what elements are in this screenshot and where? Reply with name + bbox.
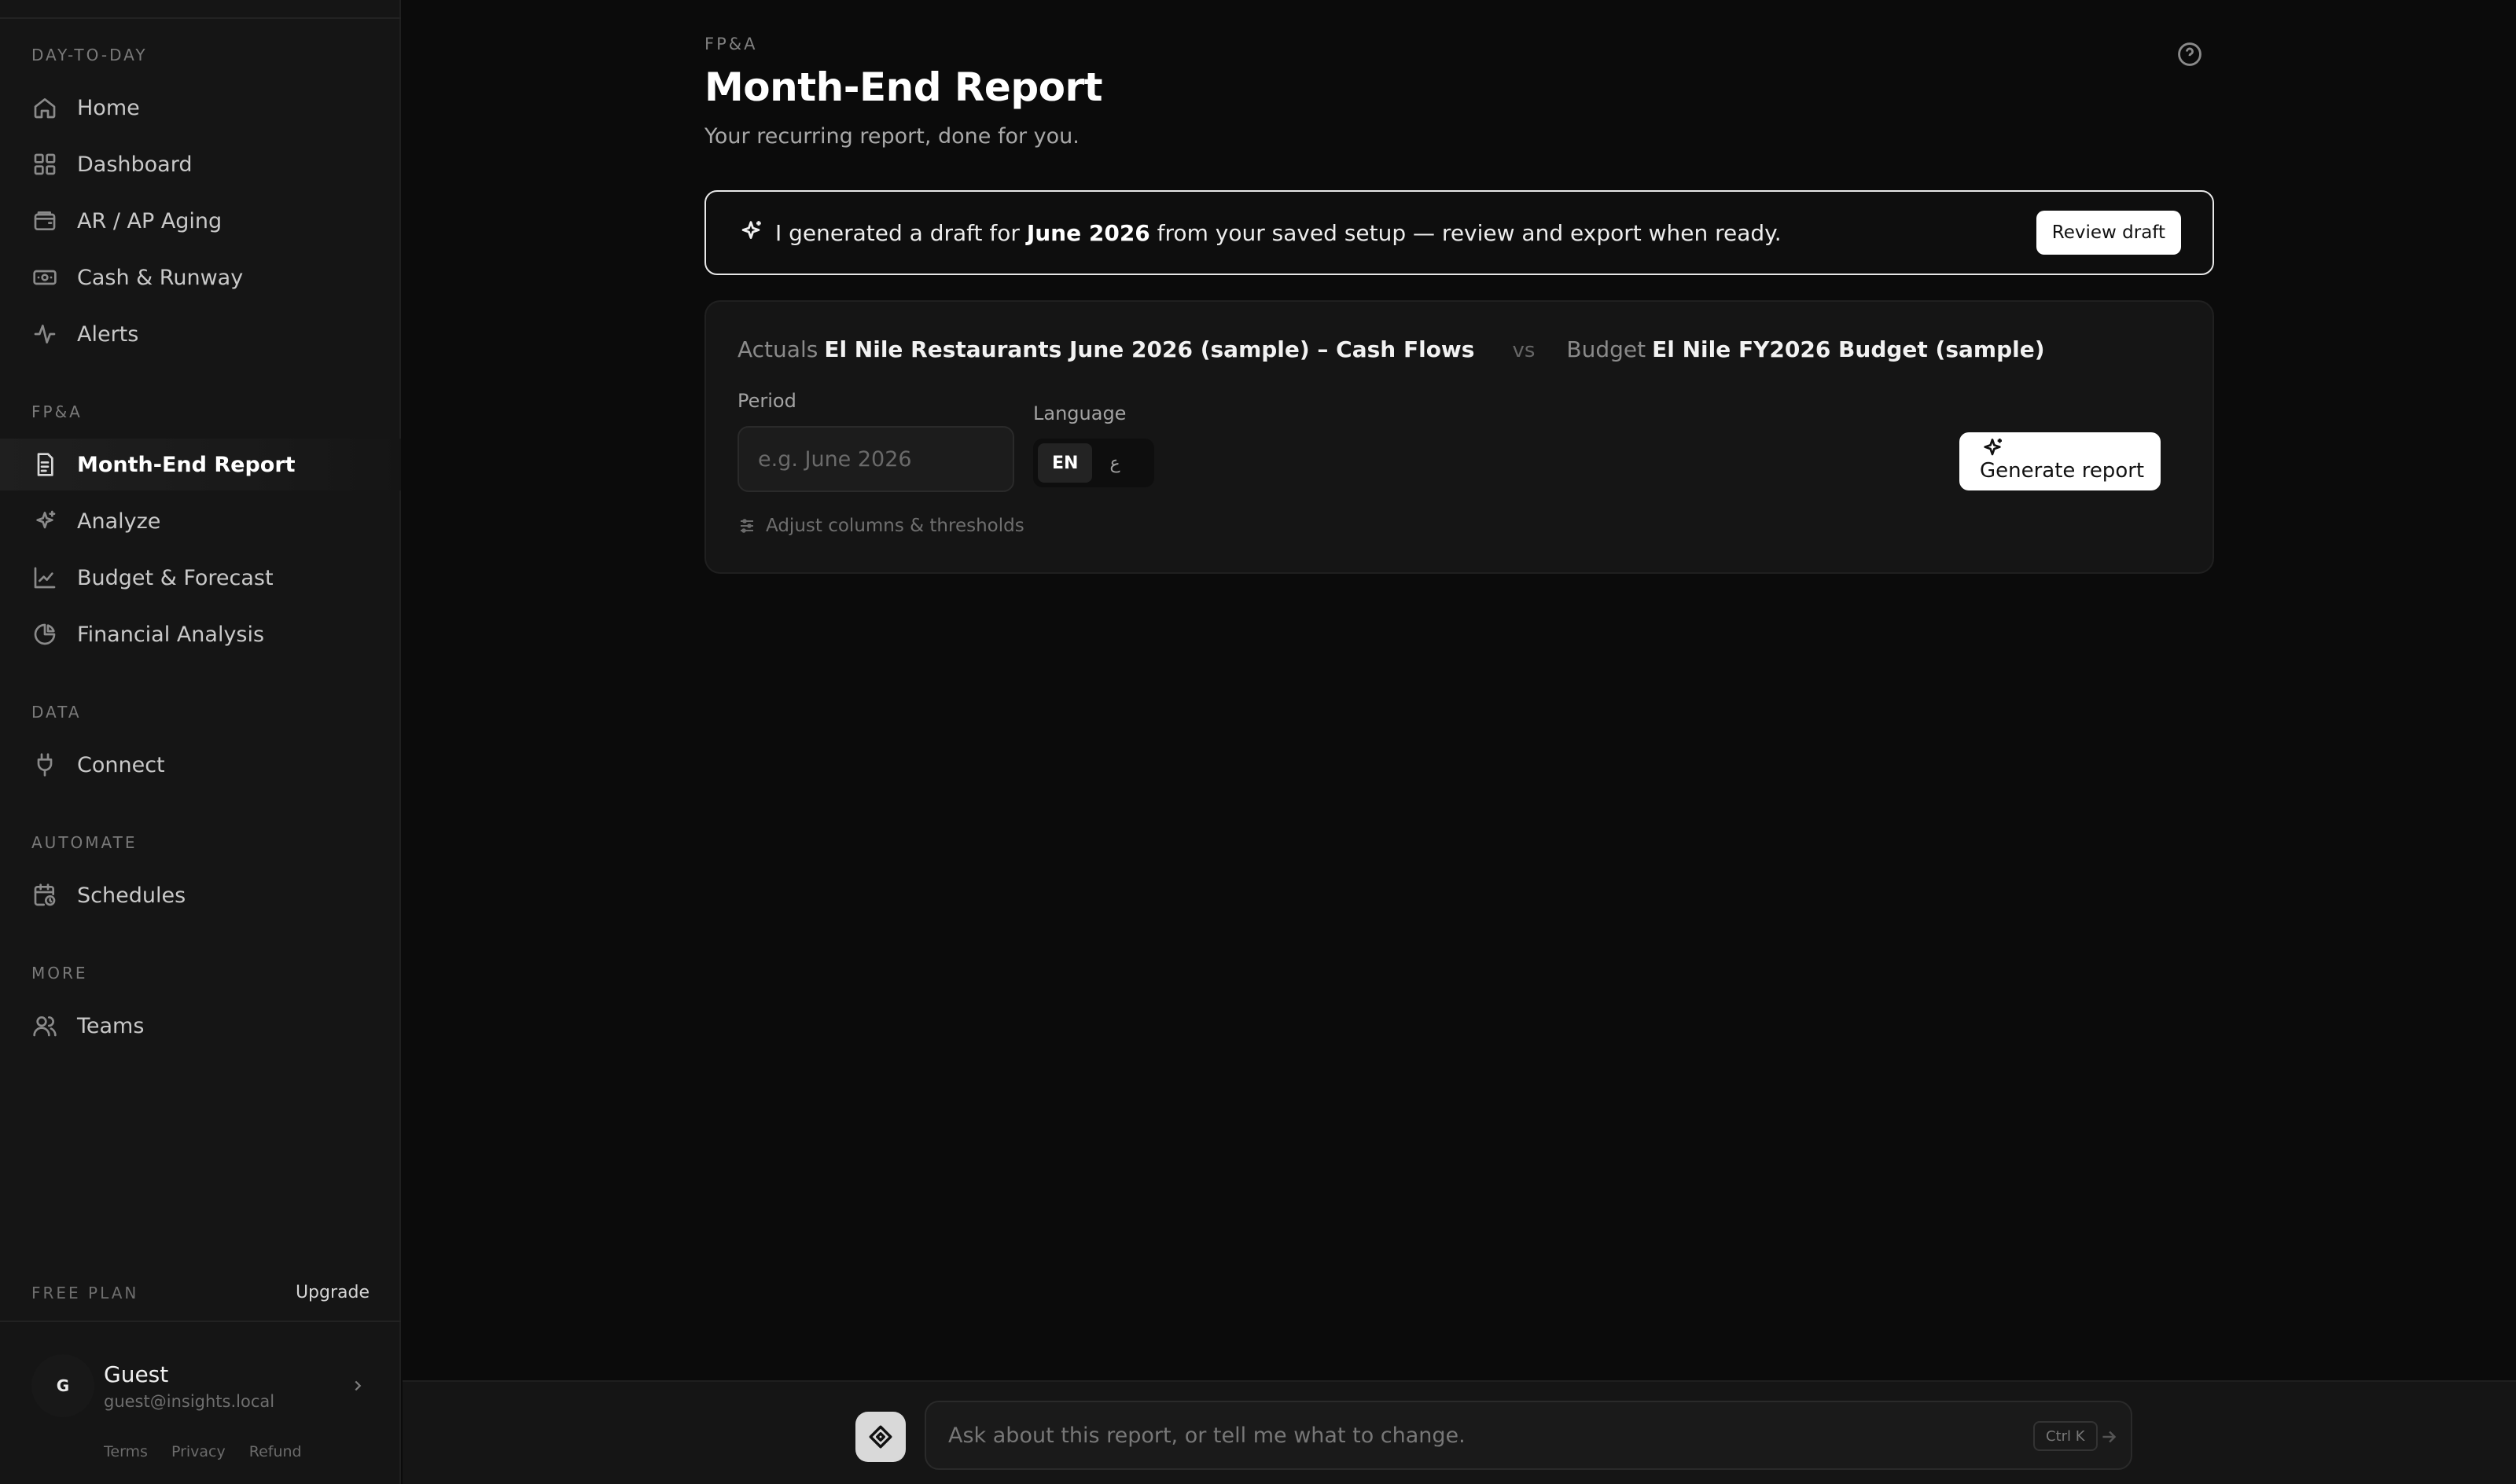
assistant-icon[interactable] [855,1412,906,1462]
sidebar-item-label: Cash & Runway [77,265,244,290]
page-eyebrow: FP&A [704,35,758,53]
sidebar-item-cash[interactable]: Cash & Runway [0,252,401,303]
section-label-day-to-day: DAY-TO-DAY [31,46,148,64]
users-icon [31,1012,58,1039]
user-menu[interactable]: G Guest guest@insights.local [31,1350,370,1421]
home-icon [31,94,58,121]
generate-report-button[interactable]: Generate report [1959,432,2161,490]
sidebar-item-budget-forecast[interactable]: Budget & Forecast [0,552,401,604]
assistant-bar: Ctrl K [403,1380,2516,1484]
user-name: Guest [104,1361,169,1387]
draft-period: June 2026 [1026,219,1150,246]
sidebar-item-analyze[interactable]: Analyze [0,495,401,547]
source-comparison: Actuals El Nile Restaurants June 2026 (s… [738,336,2045,362]
grid-icon [31,151,58,178]
section-label-fpa: FP&A [31,402,83,421]
draft-message: I generated a draft for June 2026 from y… [775,220,2036,246]
sidebar-item-teams[interactable]: Teams [0,1000,401,1052]
sidebar-item-label: Dashboard [77,152,193,177]
draft-text-after: from your saved setup — review and expor… [1149,219,1782,246]
privacy-link[interactable]: Privacy [171,1443,226,1460]
upgrade-link[interactable]: Upgrade [296,1283,370,1302]
sidebar-item-financial-analysis[interactable]: Financial Analysis [0,608,401,660]
adjust-columns-link[interactable]: Adjust columns & thresholds [738,516,1024,536]
sidebar-item-schedules[interactable]: Schedules [0,869,401,921]
chevron-right-icon [346,1374,370,1398]
refund-link[interactable]: Refund [249,1443,302,1460]
sidebar-item-label: Connect [77,752,165,777]
actuals-source[interactable]: El Nile Restaurants June 2026 (sample) –… [824,336,1474,362]
sparkles-icon [738,218,764,248]
calendar-clock-icon [31,882,58,909]
user-info: Guest guest@insights.local [104,1361,346,1411]
sidebar-item-aging[interactable]: AR / AP Aging [0,195,401,247]
banknote-icon [31,264,58,291]
avatar: G [31,1354,94,1417]
terms-link[interactable]: Terms [104,1443,148,1460]
chat-input-container: Ctrl K [925,1401,2132,1470]
activity-icon [31,321,58,347]
report-setup-card: Actuals El Nile Restaurants June 2026 (s… [704,300,2214,574]
help-icon[interactable] [2176,41,2203,68]
period-input[interactable] [738,426,1014,492]
sidebar-item-month-end-report[interactable]: Month-End Report [0,439,401,490]
line-chart-icon [31,564,58,591]
sidebar-item-label: Schedules [77,883,186,908]
period-label: Period [738,390,796,412]
plug-icon [31,751,58,778]
keyboard-shortcut-badge: Ctrl K [2033,1421,2098,1451]
review-draft-button[interactable]: Review draft [2036,211,2181,255]
section-label-automate: AUTOMATE [31,833,138,852]
language-option-ar[interactable]: ع [1095,443,1134,483]
adjust-columns-label: Adjust columns & thresholds [766,516,1024,536]
generate-report-label: Generate report [1980,459,2145,483]
draft-text-before: I generated a draft for [775,219,1027,246]
sidebar-item-home[interactable]: Home [0,82,401,134]
sidebar-item-label: AR / AP Aging [77,208,223,233]
page-title: Month-End Report [704,64,1103,110]
sliders-icon [741,519,753,533]
sidebar-item-label: Alerts [77,321,139,347]
main-content: FP&A Month-End Report Your recurring rep… [403,0,2516,1380]
sidebar-item-label: Home [77,95,140,120]
language-label: Language [1033,402,1127,424]
language-option-en[interactable]: EN [1038,443,1093,483]
sidebar-item-dashboard[interactable]: Dashboard [0,138,401,190]
sidebar-item-alerts[interactable]: Alerts [0,308,401,360]
sidebar-item-label: Teams [77,1013,145,1038]
report-icon [31,451,58,478]
footer-links: Terms Privacy Refund [104,1443,302,1460]
section-label-more: MORE [31,964,88,983]
plan-label: FREE PLAN [31,1283,139,1302]
user-divider [0,1321,401,1322]
section-label-data: DATA [31,703,82,722]
sidebar-item-label: Month-End Report [77,452,296,477]
sidebar-divider [0,17,401,19]
sparkles-icon [31,508,58,534]
chat-input[interactable] [948,1413,1876,1457]
send-arrow-icon[interactable] [2093,1421,2124,1453]
budget-label: Budget [1566,336,1646,362]
page-subtitle: Your recurring report, done for you. [704,124,1080,149]
sidebar-item-label: Budget & Forecast [77,565,274,590]
sidebar-item-label: Financial Analysis [77,622,265,647]
sidebar-item-connect[interactable]: Connect [0,739,401,791]
sidebar: DAY-TO-DAY Home Dashboard AR / AP Aging … [0,0,401,1484]
actuals-label: Actuals [738,336,818,362]
user-email: guest@insights.local [104,1391,275,1411]
pie-chart-icon [31,621,58,648]
language-toggle: EN ع [1033,439,1154,487]
vs-label: vs [1512,339,1536,362]
draft-banner: I generated a draft for June 2026 from y… [704,190,2214,275]
wallet-icon [31,208,58,234]
sidebar-item-label: Analyze [77,509,161,534]
plan-row: FREE PLAN Upgrade [31,1283,370,1302]
budget-source[interactable]: El Nile FY2026 Budget (sample) [1652,336,2044,362]
